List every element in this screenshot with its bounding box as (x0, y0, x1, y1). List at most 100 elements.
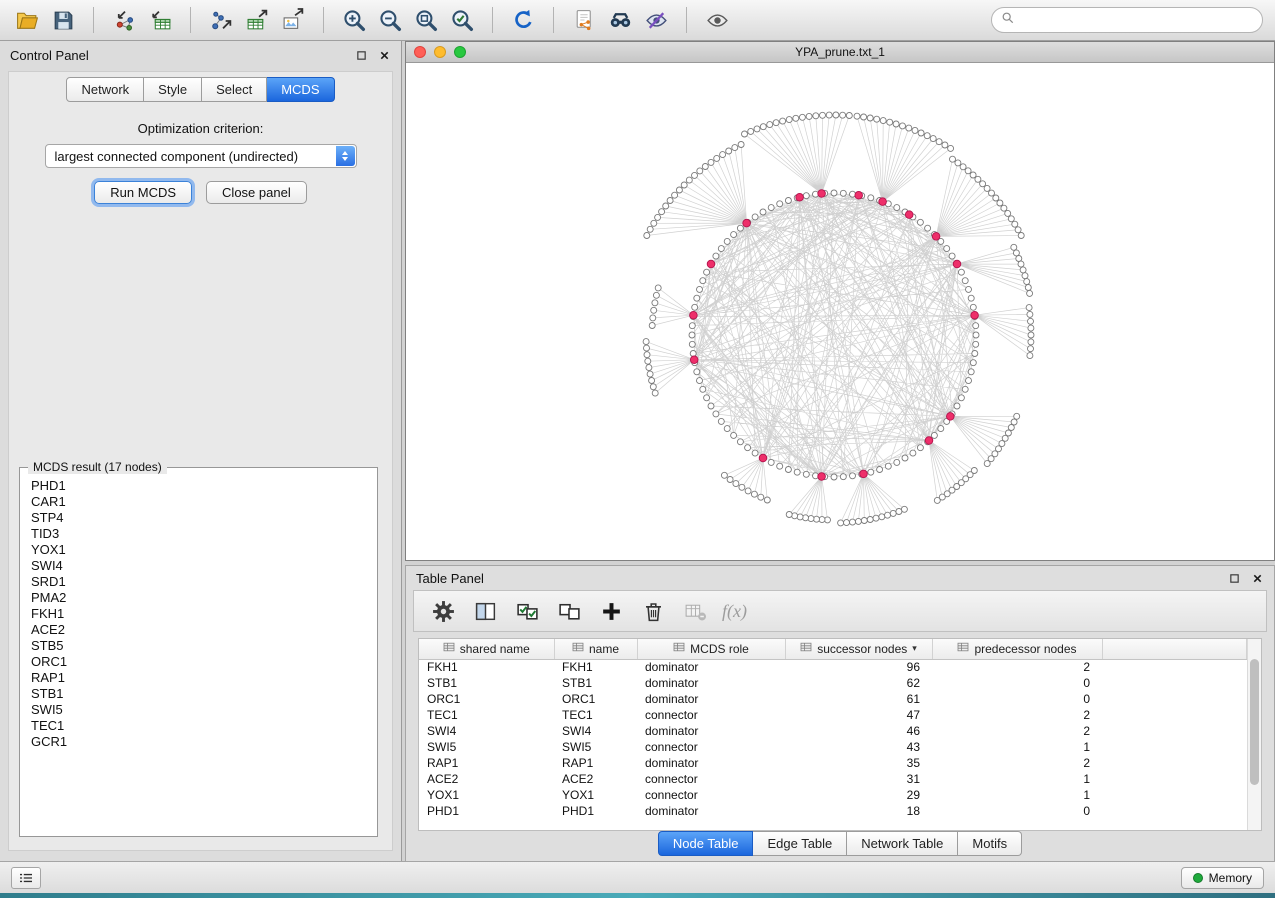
network-node[interactable] (930, 136, 936, 142)
network-node[interactable] (962, 386, 968, 392)
network-node[interactable] (724, 238, 730, 244)
mcds-hub-node[interactable] (855, 191, 863, 199)
network-node[interactable] (844, 520, 850, 526)
delete-icon[interactable] (638, 596, 668, 626)
table-cell[interactable]: 29 (785, 787, 932, 803)
network-node[interactable] (1005, 210, 1011, 216)
network-node[interactable] (758, 494, 764, 500)
network-node[interactable] (989, 190, 995, 196)
table-cell[interactable]: connector (637, 787, 785, 803)
network-node[interactable] (652, 300, 658, 306)
network-node[interactable] (786, 117, 792, 123)
table-cell[interactable]: 1 (932, 739, 1102, 755)
network-node[interactable] (708, 403, 714, 409)
network-node[interactable] (1027, 311, 1033, 317)
tab-select[interactable]: Select (202, 77, 267, 102)
network-node[interactable] (1024, 279, 1030, 285)
network-node[interactable] (1001, 205, 1007, 211)
table-cell[interactable]: 61 (785, 691, 932, 707)
network-node[interactable] (797, 514, 803, 520)
network-node[interactable] (973, 323, 979, 329)
network-node[interactable] (931, 432, 937, 438)
mcds-result-node[interactable]: YOX1 (22, 542, 375, 558)
column-header-predecessor-nodes[interactable]: predecessor nodes (932, 639, 1102, 659)
network-node[interactable] (850, 519, 856, 525)
network-node[interactable] (649, 378, 655, 384)
gear-icon[interactable] (428, 596, 458, 626)
network-node[interactable] (799, 114, 805, 120)
table-cell[interactable]: 0 (932, 691, 1102, 707)
network-node[interactable] (938, 426, 944, 432)
network-node[interactable] (1008, 216, 1014, 222)
table-cell[interactable]: TEC1 (554, 707, 637, 723)
table-row[interactable]: YOX1YOX1connector291 (419, 787, 1247, 803)
window-zoom-button[interactable] (454, 46, 466, 58)
network-node[interactable] (694, 369, 700, 375)
network-node[interactable] (708, 159, 714, 165)
network-node[interactable] (912, 127, 918, 133)
network-node[interactable] (949, 253, 955, 259)
tab-network-table[interactable]: Network Table (847, 831, 958, 856)
network-node[interactable] (962, 278, 968, 284)
network-node[interactable] (831, 190, 837, 196)
network-node[interactable] (879, 514, 885, 520)
table-scrollbar[interactable] (1247, 639, 1261, 830)
network-node[interactable] (692, 172, 698, 178)
network-node[interactable] (966, 378, 972, 384)
network-node[interactable] (745, 445, 751, 451)
network-node[interactable] (726, 148, 732, 154)
network-node[interactable] (667, 198, 673, 204)
mcds-hub-node[interactable] (879, 198, 887, 206)
import-network-icon[interactable] (109, 5, 139, 35)
network-node[interactable] (880, 118, 886, 124)
network-node[interactable] (955, 160, 961, 166)
column-header-shared-name[interactable]: shared name (419, 639, 554, 659)
network-node[interactable] (970, 172, 976, 178)
table-cell[interactable]: 18 (785, 803, 932, 819)
network-node[interactable] (1011, 419, 1017, 425)
mcds-result-node[interactable]: CAR1 (22, 494, 375, 510)
table-cell[interactable]: ORC1 (554, 691, 637, 707)
columns-icon[interactable] (470, 596, 500, 626)
network-node[interactable] (885, 463, 891, 469)
network-node[interactable] (840, 190, 846, 196)
network-node[interactable] (724, 426, 730, 432)
mcds-hub-node[interactable] (932, 233, 940, 241)
network-node[interactable] (748, 128, 754, 134)
mcds-hub-node[interactable] (953, 260, 961, 268)
table-cell[interactable]: FKH1 (554, 659, 637, 675)
network-node[interactable] (1028, 339, 1034, 345)
tab-mcds[interactable]: MCDS (267, 77, 334, 102)
network-node[interactable] (777, 201, 783, 207)
network-node[interactable] (813, 113, 819, 119)
network-node[interactable] (980, 181, 986, 187)
unselect-all-icon[interactable] (554, 596, 584, 626)
network-node[interactable] (659, 209, 665, 215)
scrollbar-thumb[interactable] (1250, 659, 1259, 785)
network-node[interactable] (644, 345, 650, 351)
network-node[interactable] (1022, 273, 1028, 279)
table-cell[interactable]: SWI5 (554, 739, 637, 755)
network-node[interactable] (1020, 267, 1026, 273)
mcds-hub-node[interactable] (759, 454, 767, 462)
apply-function-button[interactable]: f(x) (722, 601, 747, 622)
network-node[interactable] (777, 463, 783, 469)
network-node[interactable] (643, 339, 649, 345)
network-node[interactable] (934, 497, 940, 503)
table-cell[interactable]: connector (637, 707, 785, 723)
tab-style[interactable]: Style (144, 77, 202, 102)
table-cell[interactable]: YOX1 (419, 787, 554, 803)
table-row[interactable]: SWI4SWI4dominator462 (419, 723, 1247, 739)
network-node[interactable] (651, 307, 657, 313)
zoom-fit-icon[interactable] (411, 5, 441, 35)
network-node[interactable] (966, 286, 972, 292)
network-node[interactable] (806, 113, 812, 119)
network-node[interactable] (970, 304, 976, 310)
column-header-name[interactable]: name (554, 639, 637, 659)
network-node[interactable] (873, 515, 879, 521)
network-node[interactable] (814, 516, 820, 522)
table-cell[interactable]: 31 (785, 771, 932, 787)
table-cell[interactable]: SWI4 (554, 723, 637, 739)
select-all-icon[interactable] (512, 596, 542, 626)
network-node[interactable] (887, 119, 893, 125)
